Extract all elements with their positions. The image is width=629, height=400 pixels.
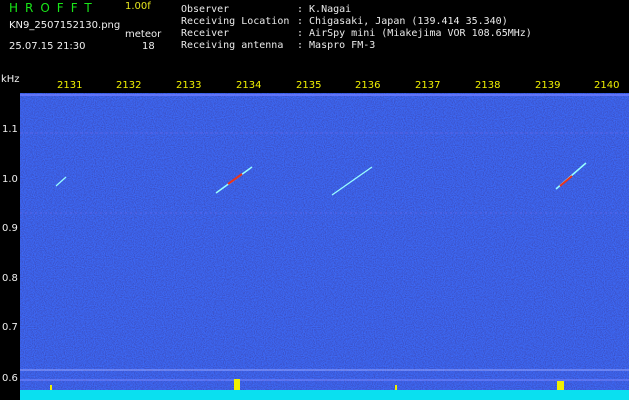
observer-label: Observer <box>181 4 230 15</box>
location-label: Receiving Location <box>181 16 290 27</box>
unit-label: kHz <box>1 74 20 85</box>
meteor-label: meteor <box>125 29 162 40</box>
filename-label: KN9_2507152130.png <box>9 20 121 31</box>
freq-tick-0.9: 0.9 <box>2 223 18 234</box>
spike-2139 <box>557 381 564 390</box>
time-tick-2136: 2136 <box>355 80 381 91</box>
freq-tick-0.6: 0.6 <box>2 373 18 384</box>
freq-tick-1.1: 1.1 <box>2 124 18 135</box>
spectrogram-waterfall <box>20 93 629 390</box>
meteor-count: 18 <box>142 41 155 52</box>
app-logo: HROFFT <box>9 1 99 15</box>
receiver-label: Receiver <box>181 28 230 39</box>
time-tick-2137: 2137 <box>415 80 441 91</box>
receiver-value: : AirSpy mini (Miakejima VOR 108.65MHz) <box>297 28 532 39</box>
time-tick-2135: 2135 <box>296 80 322 91</box>
power-band <box>20 390 629 400</box>
observer-value: : K.Nagai <box>297 4 352 15</box>
antenna-value: : Maspro FM-3 <box>297 40 376 51</box>
time-tick-2134: 2134 <box>236 80 262 91</box>
freq-tick-0.8: 0.8 <box>2 273 18 284</box>
datetime-label: 25.07.15 21:30 <box>9 41 86 52</box>
time-tick-2132: 2132 <box>116 80 142 91</box>
spike-2134 <box>234 379 240 390</box>
version-label: 1.00f <box>125 1 151 12</box>
waterfall-noise <box>20 93 629 390</box>
freq-tick-1.0: 1.0 <box>2 174 18 185</box>
time-tick-2133: 2133 <box>176 80 202 91</box>
location-value: : Chigasaki, Japan (139.414 35.340) <box>297 16 508 27</box>
time-tick-2140: 2140 <box>594 80 620 91</box>
time-tick-2138: 2138 <box>475 80 501 91</box>
time-tick-2131: 2131 <box>57 80 83 91</box>
antenna-label: Receiving antenna <box>181 40 284 51</box>
header: HROFFT 1.00f KN9_2507152130.png 25.07.15… <box>0 0 629 73</box>
freq-tick-0.7: 0.7 <box>2 322 18 333</box>
time-tick-2139: 2139 <box>535 80 561 91</box>
